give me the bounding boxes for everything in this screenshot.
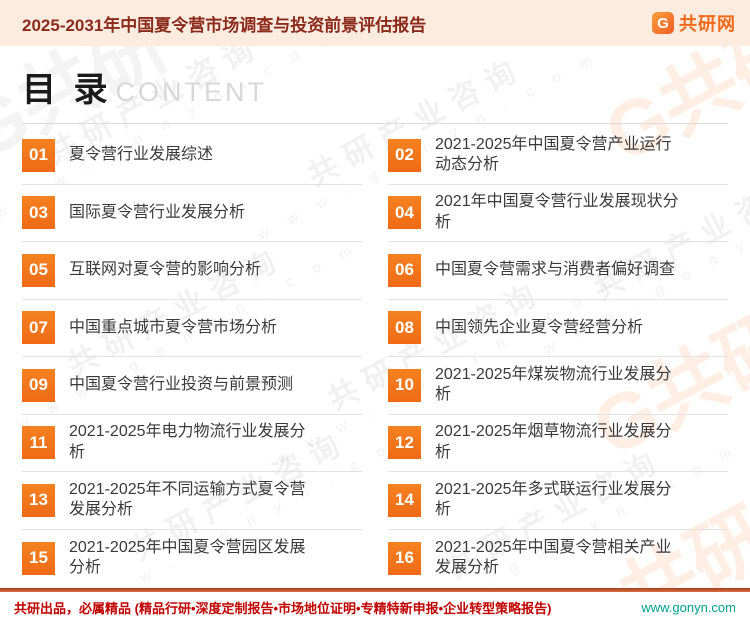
toc-item-label: 2021-2025年中国夏令营相关产业发展分析 — [435, 538, 672, 577]
toc-item-number: 15 — [22, 541, 55, 575]
toc-item-label: 中国重点城市夏令营市场分析 — [69, 318, 278, 336]
toc-title-zh: 目 录 — [22, 71, 112, 109]
toc-item-label: 2021-2025年不同运输方式夏令营发展分析 — [69, 480, 306, 519]
toc-item-10[interactable]: 10 2021-2025年煤炭物流行业发展分析 — [388, 357, 728, 415]
toc-item-number: 01 — [22, 138, 55, 172]
toc-grid: 01 夏令营行业发展综述 02 2021-2025年中国夏令营产业运行动态分析 … — [22, 127, 728, 587]
toc-item-label: 2021-2025年电力物流行业发展分析 — [69, 423, 306, 461]
toc-item-label: 国际夏令营行业发展分析 — [69, 203, 246, 221]
report-toc-page: 共研产业咨询 w w w . g o n y n . c o m 共研产业咨询 … — [0, 0, 750, 622]
toc-item-number: 14 — [388, 483, 421, 517]
footer-website-link[interactable]: www.gonyn.com — [641, 600, 736, 615]
toc-item-15[interactable]: 15 2021-2025年中国夏令营园区发展分析 — [22, 530, 362, 588]
content-area: 目 录 CONTENT 01 夏令营行业发展综述 02 2021-2025年中国… — [0, 62, 750, 587]
toc-item-number: 03 — [22, 196, 55, 230]
toc-item-14[interactable]: 14 2021-2025年多式联运行业发展分析 — [388, 472, 728, 530]
toc-item-06[interactable]: 06 中国夏令营需求与消费者偏好调查 — [388, 242, 728, 300]
toc-item-number: 12 — [388, 426, 421, 460]
toc-item-label: 2021-2025年中国夏令营产业运行动态分析 — [435, 135, 672, 174]
toc-item-label: 2021-2025年中国夏令营园区发展分析 — [69, 538, 306, 577]
toc-item-label: 中国领先企业夏令营经营分析 — [435, 318, 644, 336]
footer: 共研出品，必属精品 (精品行研•深度定制报告•市场地位证明•专精特新申报•企业转… — [0, 588, 750, 622]
toc-item-number: 07 — [22, 311, 55, 345]
logo-g-icon: G — [652, 12, 674, 34]
toc-item-09[interactable]: 09 中国夏令营行业投资与前景预测 — [22, 357, 362, 415]
toc-item-number: 09 — [22, 368, 55, 402]
footer-row: 共研出品，必属精品 (精品行研•深度定制报告•市场地位证明•专精特新申报•企业转… — [0, 592, 750, 622]
toc-item-number: 10 — [388, 368, 421, 402]
toc-item-04[interactable]: 04 2021年中国夏令营行业发展现状分析 — [388, 185, 728, 242]
toc-item-07[interactable]: 07 中国重点城市夏令营市场分析 — [22, 300, 362, 357]
toc-item-number: 05 — [22, 253, 55, 287]
toc-item-label: 互联网对夏令营的影响分析 — [69, 261, 262, 279]
report-title: 2025-2031年中国夏令营市场调查与投资前景评估报告 — [22, 15, 427, 35]
toc-item-label: 中国夏令营行业投资与前景预测 — [69, 376, 294, 394]
toc-item-12[interactable]: 12 2021-2025年烟草物流行业发展分析 — [388, 415, 728, 472]
logo-name: 共研网 — [679, 14, 736, 34]
toc-item-number: 13 — [22, 483, 55, 517]
header-bar: 2025-2031年中国夏令营市场调查与投资前景评估报告 G 共研网 — [0, 0, 750, 46]
toc-item-03[interactable]: 03 国际夏令营行业发展分析 — [22, 185, 362, 242]
toc-item-number: 16 — [388, 541, 421, 575]
toc-item-number: 08 — [388, 311, 421, 345]
toc-item-13[interactable]: 13 2021-2025年不同运输方式夏令营发展分析 — [22, 472, 362, 530]
toc-item-label: 2021-2025年多式联运行业发展分析 — [435, 480, 672, 519]
toc-item-number: 04 — [388, 196, 421, 230]
toc-title-en: CONTENT — [115, 77, 267, 107]
toc-item-05[interactable]: 05 互联网对夏令营的影响分析 — [22, 242, 362, 300]
toc-item-label: 2021-2025年煤炭物流行业发展分析 — [435, 365, 672, 404]
toc-item-number: 06 — [388, 253, 421, 287]
brand-logo[interactable]: G 共研网 — [652, 10, 736, 36]
toc-item-16[interactable]: 16 2021-2025年中国夏令营相关产业发展分析 — [388, 530, 728, 588]
toc-title-block: 目 录 CONTENT — [22, 62, 728, 111]
toc-item-label: 2021年中国夏令营行业发展现状分析 — [435, 193, 679, 231]
toc-item-number: 02 — [388, 138, 421, 172]
toc-item-08[interactable]: 08 中国领先企业夏令营经营分析 — [388, 300, 728, 357]
toc-item-01[interactable]: 01 夏令营行业发展综述 — [22, 127, 362, 185]
toc-item-02[interactable]: 02 2021-2025年中国夏令营产业运行动态分析 — [388, 127, 728, 185]
toc-item-label: 2021-2025年烟草物流行业发展分析 — [435, 423, 672, 461]
title-divider — [22, 123, 728, 124]
toc-item-number: 11 — [22, 426, 55, 460]
toc-item-11[interactable]: 11 2021-2025年电力物流行业发展分析 — [22, 415, 362, 472]
footer-slogan: 共研出品，必属精品 (精品行研•深度定制报告•市场地位证明•专精特新申报•企业转… — [14, 600, 552, 616]
toc-item-label: 中国夏令营需求与消费者偏好调查 — [435, 261, 676, 279]
toc-item-label: 夏令营行业发展综述 — [69, 146, 214, 164]
